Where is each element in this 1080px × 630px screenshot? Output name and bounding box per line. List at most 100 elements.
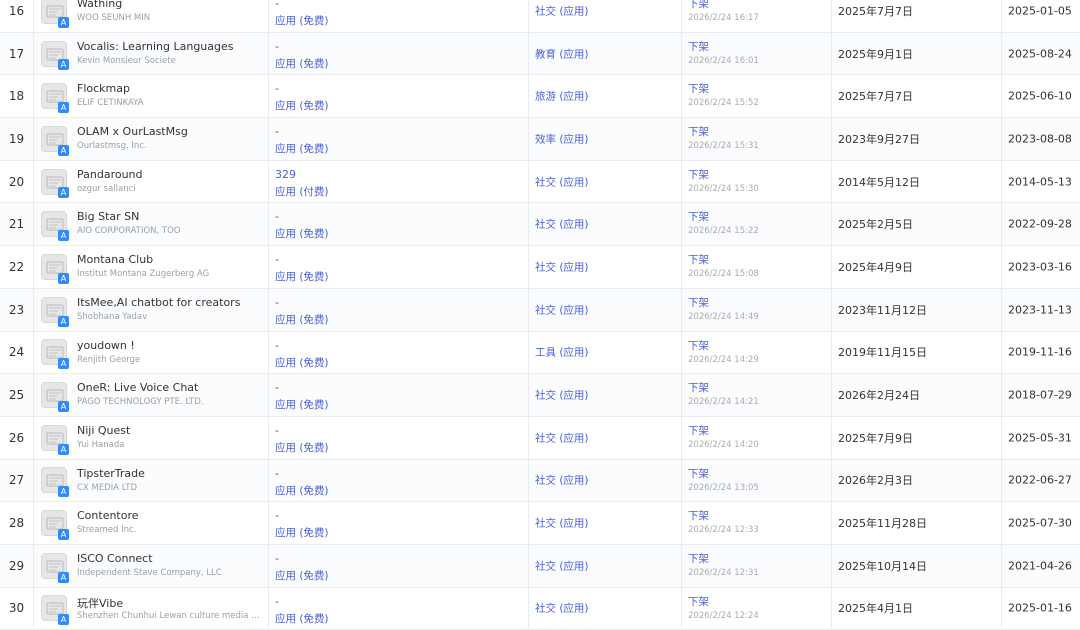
app-cell[interactable]: A 玩伴Vibe Shenzhen Chunhui Lewan culture … [33, 587, 268, 630]
status-link[interactable]: 下架 [688, 380, 709, 395]
app-cell[interactable]: A Niji Quest Yui Hanada [33, 416, 268, 459]
price-type-link[interactable]: 应用 (免费) [275, 98, 329, 113]
table-row[interactable]: 20 A Pandaround ozgur sallanci 329 应用 (付… [0, 160, 1080, 204]
rank-number: 22 [8, 259, 25, 274]
app-name-link[interactable]: ItsMee,AI chatbot for creators [77, 296, 240, 309]
app-name-link[interactable]: Montana Club [77, 253, 153, 266]
price-type-link[interactable]: 应用 (免费) [275, 397, 329, 412]
app-cell[interactable]: A ItsMee,AI chatbot for creators Shobhan… [33, 288, 268, 331]
category-link[interactable]: 社交 (应用) [535, 3, 589, 18]
table-row[interactable]: 29 A ISCO Connect Independent Stave Comp… [0, 544, 1080, 588]
price-type-link[interactable]: 应用 (免费) [275, 312, 329, 327]
app-name-link[interactable]: Pandaround [77, 168, 143, 181]
developer-name: ozgur sallanci [77, 183, 136, 194]
app-cell[interactable]: A Montana Club Institut Montana Zugerber… [33, 246, 268, 288]
table-row[interactable]: 25 A OneR: Live Voice Chat PAGO TECHNOLO… [0, 374, 1080, 417]
app-cell[interactable]: A ISCO Connect Independent Stave Company… [33, 544, 268, 587]
price-type-link[interactable]: 应用 (免费) [275, 611, 329, 626]
status-link[interactable]: 下架 [688, 167, 709, 182]
status-link[interactable]: 下架 [688, 0, 709, 11]
app-cell[interactable]: A OneR: Live Voice Chat PAGO TECHNOLOGY … [33, 374, 268, 416]
status-link[interactable]: 下架 [688, 252, 709, 267]
price-type-link[interactable]: 应用 (免费) [275, 141, 329, 156]
table-row[interactable]: 22 A Montana Club Institut Montana Zuger… [0, 246, 1080, 289]
status-link[interactable]: 下架 [688, 124, 709, 139]
category-link[interactable]: 旅游 (应用) [535, 89, 589, 104]
table-row[interactable]: 21 A Big Star SN AIO CORPORATION, TOO - … [0, 203, 1080, 247]
price-type-link[interactable]: 应用 (付费) [275, 184, 329, 199]
category-link[interactable]: 社交 (应用) [535, 601, 589, 616]
table-row[interactable]: 19 A OLAM x OurLastMsg Ourlastmsg, Inc. … [0, 118, 1080, 161]
table-row[interactable]: 23 A ItsMee,AI chatbot for creators Shob… [0, 288, 1080, 332]
status-link[interactable]: 下架 [688, 594, 709, 609]
price-type-link[interactable]: 应用 (免费) [275, 483, 329, 498]
table-row[interactable]: 27 A TipsterTrade CX MEDIA LTD - 应用 (免费)… [0, 459, 1080, 503]
app-name-link[interactable]: OneR: Live Voice Chat [77, 381, 198, 394]
category-link[interactable]: 社交 (应用) [535, 302, 589, 317]
release-date-cell: 2025年4月9日 [831, 246, 1001, 288]
category-link[interactable]: 教育 (应用) [535, 46, 589, 61]
app-name-link[interactable]: youdown ! [77, 339, 135, 352]
price-cell: - 应用 (免费) [268, 502, 528, 544]
app-name-link[interactable]: ISCO Connect [77, 552, 153, 565]
category-link[interactable]: 社交 (应用) [535, 473, 589, 488]
app-cell[interactable]: A Big Star SN AIO CORPORATION, TOO [33, 203, 268, 246]
app-cell[interactable]: A TipsterTrade CX MEDIA LTD [33, 459, 268, 502]
app-name-link[interactable]: Big Star SN [77, 210, 139, 223]
table-row[interactable]: 17 A Vocalis: Learning Languages Kevin M… [0, 32, 1080, 76]
app-name-link[interactable]: OLAM x OurLastMsg [77, 125, 188, 138]
price-type-link[interactable]: 应用 (免费) [275, 440, 329, 455]
price-cell: 329 应用 (付费) [268, 160, 528, 203]
category-link[interactable]: 效率 (应用) [535, 131, 589, 146]
category-link[interactable]: 社交 (应用) [535, 259, 589, 274]
price-type-link[interactable]: 应用 (免费) [275, 13, 329, 28]
status-link[interactable]: 下架 [688, 209, 709, 224]
app-cell[interactable]: A Contentore Streamed Inc. [33, 502, 268, 544]
price-type-link[interactable]: 应用 (免费) [275, 525, 329, 540]
app-name-link[interactable]: TipsterTrade [77, 467, 145, 480]
category-link[interactable]: 社交 (应用) [535, 174, 589, 189]
status-link[interactable]: 下架 [688, 295, 709, 310]
status-link[interactable]: 下架 [688, 338, 709, 353]
app-name-link[interactable]: Contentore [77, 509, 139, 522]
app-name-link[interactable]: Vocalis: Learning Languages [77, 40, 234, 53]
table-row[interactable]: 28 A Contentore Streamed Inc. - 应用 (免费) … [0, 502, 1080, 545]
price-type-link[interactable]: 应用 (免费) [275, 568, 329, 583]
price-type-link[interactable]: 应用 (免费) [275, 355, 329, 370]
app-name-link[interactable]: Flockmap [77, 82, 130, 95]
price-value: - [275, 210, 279, 224]
table-row[interactable]: 24 A youdown ! Renjith George - 应用 (免费) … [0, 331, 1080, 375]
price-type-link[interactable]: 应用 (免费) [275, 226, 329, 241]
table-row[interactable]: 18 A Flockmap ELIF CETINKAYA - 应用 (免费) 旅… [0, 75, 1080, 119]
status-link[interactable]: 下架 [688, 423, 709, 438]
status-link[interactable]: 下架 [688, 39, 709, 54]
app-name-link[interactable]: 玩伴Vibe [77, 595, 123, 611]
developer-name: Streamed Inc. [77, 525, 137, 536]
status-link[interactable]: 下架 [688, 466, 709, 481]
update-date-cell: 2014-05-13 [1001, 160, 1080, 203]
app-cell[interactable]: A Vocalis: Learning Languages Kevin Mons… [33, 32, 268, 75]
price-value: - [275, 82, 279, 96]
price-type-link[interactable]: 应用 (免费) [275, 56, 329, 71]
category-link[interactable]: 社交 (应用) [535, 388, 589, 403]
app-cell[interactable]: A Flockmap ELIF CETINKAYA [33, 75, 268, 118]
status-link[interactable]: 下架 [688, 81, 709, 96]
category-link[interactable]: 社交 (应用) [535, 516, 589, 531]
app-name-link[interactable]: Wathing [77, 0, 122, 10]
app-cell[interactable]: A youdown ! Renjith George [33, 331, 268, 374]
price-type-link[interactable]: 应用 (免费) [275, 269, 329, 284]
category-link[interactable]: 社交 (应用) [535, 430, 589, 445]
category-link[interactable]: 社交 (应用) [535, 217, 589, 232]
table-row[interactable]: 16 A Wathing WOO SEUNH MIN - 应用 (免费) 社交 … [0, 0, 1080, 33]
status-link[interactable]: 下架 [688, 508, 709, 523]
table-row[interactable]: 26 A Niji Quest Yui Hanada - 应用 (免费) 社交 … [0, 416, 1080, 460]
release-date: 2014年5月12日 [838, 175, 920, 189]
table-row[interactable]: 30 A 玩伴Vibe Shenzhen Chunhui Lewan cultu… [0, 587, 1080, 630]
app-name-link[interactable]: Niji Quest [77, 424, 130, 437]
app-cell[interactable]: A Wathing WOO SEUNH MIN [33, 0, 268, 32]
app-cell[interactable]: A Pandaround ozgur sallanci [33, 160, 268, 203]
category-link[interactable]: 社交 (应用) [535, 558, 589, 573]
app-cell[interactable]: A OLAM x OurLastMsg Ourlastmsg, Inc. [33, 118, 268, 160]
status-link[interactable]: 下架 [688, 551, 709, 566]
category-link[interactable]: 工具 (应用) [535, 345, 589, 360]
